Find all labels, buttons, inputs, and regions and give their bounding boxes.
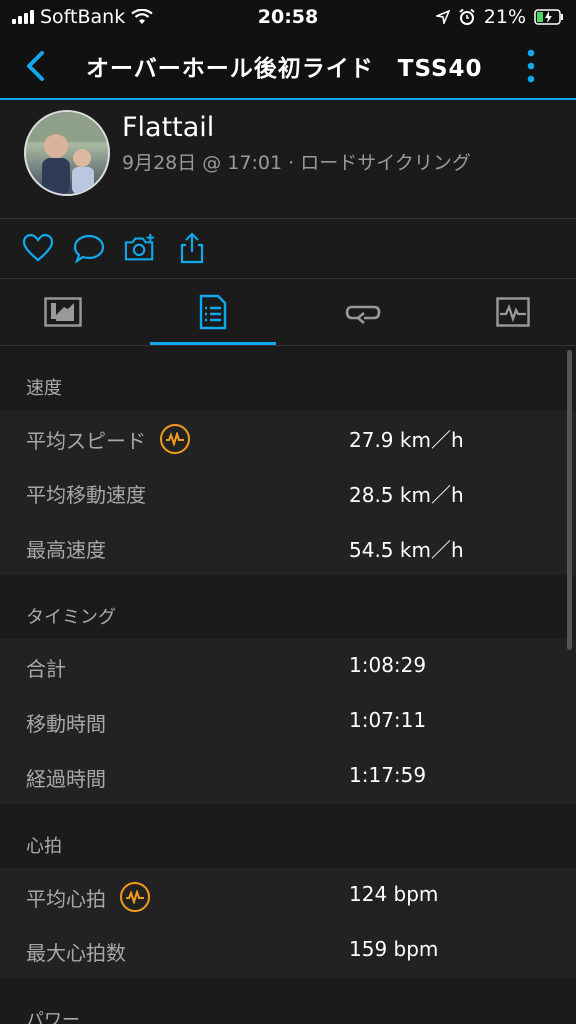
tab-overview[interactable] bbox=[0, 279, 126, 345]
section-timing: タイミング bbox=[0, 575, 576, 639]
section-title: 心拍 bbox=[26, 836, 62, 857]
performance-badge-icon[interactable] bbox=[120, 882, 150, 912]
overview-icon bbox=[44, 297, 82, 327]
comment-icon[interactable] bbox=[73, 232, 105, 264]
performance-badge-icon[interactable] bbox=[160, 424, 190, 454]
section-title: タイミング bbox=[26, 607, 116, 628]
stats-list[interactable]: 速度 平均スピード 27.9 km／h 平均移動速度 28.5 km／h 最高速… bbox=[0, 346, 576, 1024]
section-title: 速度 bbox=[26, 378, 62, 399]
status-right: 21% bbox=[435, 6, 564, 28]
laps-icon bbox=[345, 305, 381, 324]
stat-label: 平均スピード bbox=[26, 428, 146, 453]
more-options-icon[interactable] bbox=[524, 48, 538, 84]
stat-label: 移動時間 bbox=[26, 712, 106, 736]
stat-value: 1:08:29 bbox=[349, 653, 427, 677]
stat-row-moving-time: 移動時間 1:07:11 bbox=[0, 694, 576, 749]
user-name[interactable]: Flattail bbox=[122, 112, 214, 143]
activity-header: Flattail 9月28日 @ 17:01 · ロードサイクリング bbox=[0, 100, 576, 219]
stat-label: 最高速度 bbox=[26, 538, 106, 562]
battery-percent: 21% bbox=[483, 6, 526, 28]
section-speed: 速度 bbox=[0, 346, 576, 410]
stat-value: 1:07:11 bbox=[349, 708, 427, 732]
tab-bar bbox=[0, 279, 576, 346]
stat-label: 平均移動速度 bbox=[26, 483, 146, 507]
stat-label: 合計 bbox=[26, 657, 66, 681]
back-chevron-icon[interactable] bbox=[22, 50, 52, 82]
stat-row-elapsed-time: 経過時間 1:17:59 bbox=[0, 749, 576, 804]
like-heart-icon[interactable] bbox=[22, 232, 54, 264]
stat-value: 1:17:59 bbox=[349, 763, 427, 787]
tab-charts[interactable] bbox=[450, 279, 576, 345]
stat-row-total-time: 合計 1:08:29 bbox=[0, 639, 576, 694]
alarm-icon bbox=[459, 8, 475, 25]
scrollbar[interactable] bbox=[567, 350, 572, 650]
section-power: パワー bbox=[0, 978, 576, 1024]
stat-row-avg-speed: 平均スピード 27.9 km／h bbox=[0, 410, 576, 465]
section-title: パワー bbox=[26, 1010, 80, 1024]
avatar[interactable] bbox=[24, 110, 110, 196]
stat-row-max-hr: 最大心拍数 159 bpm bbox=[0, 923, 576, 978]
tab-stats[interactable] bbox=[150, 279, 276, 345]
action-bar bbox=[0, 218, 576, 279]
activity-meta: 9月28日 @ 17:01 · ロードサイクリング bbox=[122, 152, 471, 174]
stat-value: 28.5 km／h bbox=[349, 483, 464, 507]
location-arrow-icon bbox=[435, 10, 450, 24]
battery-charging-icon bbox=[534, 9, 563, 25]
add-photo-icon[interactable] bbox=[124, 232, 156, 264]
stat-value: 54.5 km／h bbox=[349, 538, 464, 562]
section-heart-rate: 心拍 bbox=[0, 804, 576, 868]
chart-icon bbox=[496, 297, 530, 327]
stats-icon bbox=[199, 294, 227, 330]
stat-row-max-speed: 最高速度 54.5 km／h bbox=[0, 520, 576, 575]
stat-label: 平均心拍 bbox=[26, 886, 106, 911]
status-bar: SoftBank 20:58 21% bbox=[0, 0, 576, 34]
stat-value: 27.9 km／h bbox=[349, 428, 464, 452]
stat-label: 最大心拍数 bbox=[26, 941, 126, 965]
stat-value: 159 bpm bbox=[349, 937, 439, 961]
tab-laps[interactable] bbox=[300, 279, 426, 345]
avatar-photo bbox=[26, 112, 108, 194]
stat-row-avg-moving-speed: 平均移動速度 28.5 km／h bbox=[0, 465, 576, 520]
page-title: オーバーホール後初ライド TSS40 bbox=[86, 56, 483, 82]
stat-label: 経過時間 bbox=[26, 767, 106, 791]
stat-row-avg-hr: 平均心拍 124 bpm bbox=[0, 868, 576, 923]
stat-value: 124 bpm bbox=[349, 882, 439, 906]
app-bar: オーバーホール後初ライド TSS40 bbox=[0, 34, 576, 100]
share-icon[interactable] bbox=[176, 232, 208, 264]
